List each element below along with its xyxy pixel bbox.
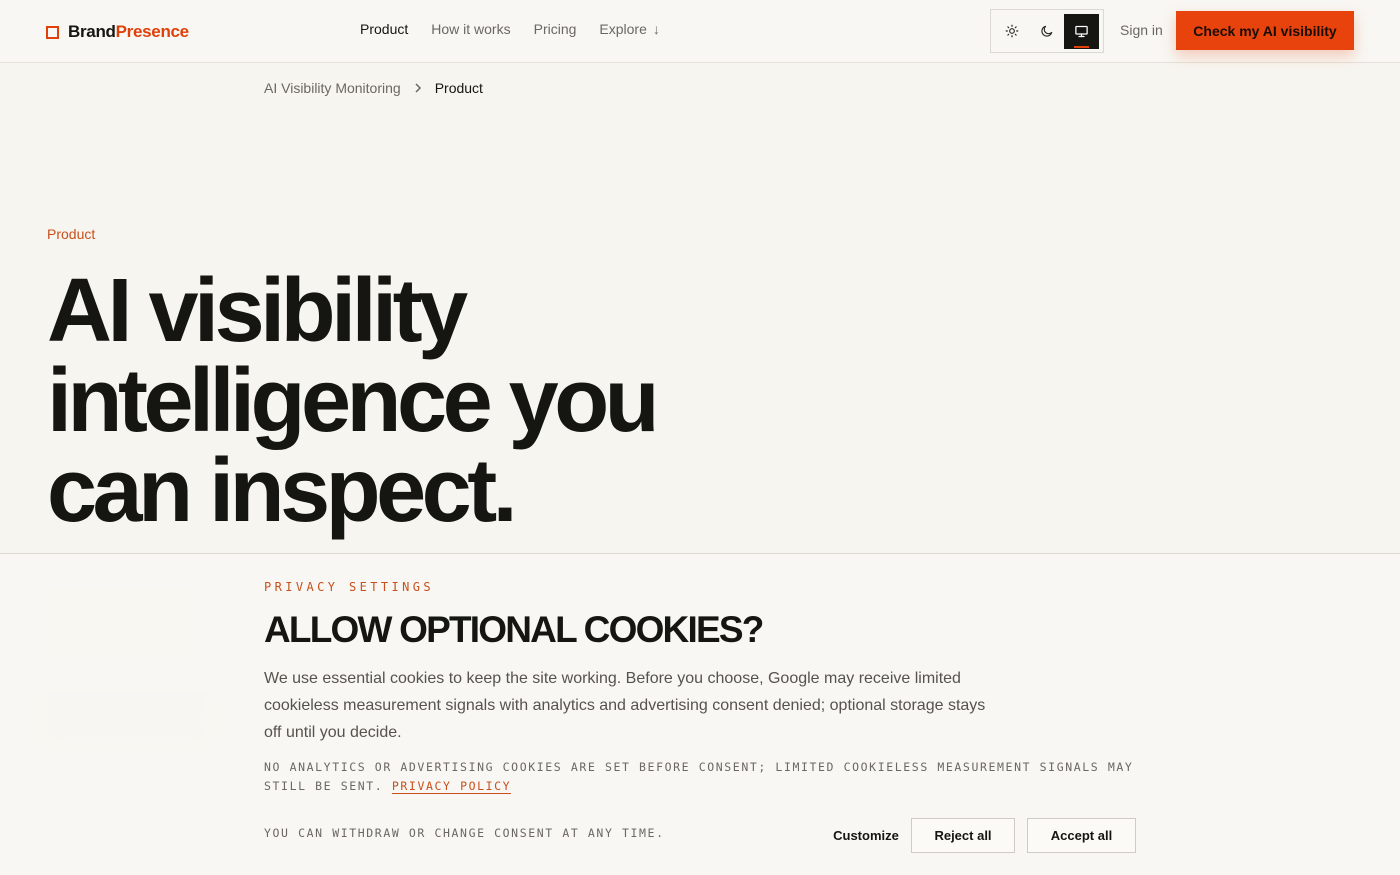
cookie-withdraw-note: YOU CAN WITHDRAW OR CHANGE CONSENT AT AN…: [264, 826, 665, 840]
page-title-line-1: AI visibility: [47, 261, 468, 361]
page-title-line-2: intelligence you: [47, 351, 660, 451]
main-nav: Product How it works Pricing Explore ↓: [360, 21, 660, 37]
nav-item-pricing[interactable]: Pricing: [534, 21, 577, 37]
reject-all-button[interactable]: Reject all: [911, 818, 1015, 853]
hero-eyebrow: Product: [47, 226, 96, 242]
cookie-consent-panel: PRIVACY SETTINGS ALLOW OPTIONAL COOKIES?…: [0, 553, 1400, 875]
nav-item-explore-label: Explore: [599, 21, 647, 37]
brand-name-part1: Brand: [68, 22, 116, 41]
nav-item-product[interactable]: Product: [360, 21, 408, 37]
privacy-policy-link[interactable]: PRIVACY POLICY: [391, 779, 512, 794]
customize-button[interactable]: Customize: [822, 818, 910, 853]
chevron-right-icon: [413, 82, 423, 94]
check-ai-visibility-button[interactable]: Check my AI visibility: [1176, 11, 1354, 50]
brand-logo[interactable]: BrandPresence: [46, 20, 189, 44]
sun-icon: [1005, 24, 1019, 38]
page-title-line-3: can inspect.: [47, 441, 518, 541]
brand-name-part2: Presence: [115, 22, 190, 41]
accept-all-button[interactable]: Accept all: [1027, 818, 1136, 853]
theme-dark-button[interactable]: [1030, 14, 1065, 49]
breadcrumb-parent-link[interactable]: AI Visibility Monitoring: [264, 80, 401, 96]
cookie-description: We use essential cookies to keep the sit…: [264, 670, 986, 741]
nav-item-how-it-works[interactable]: How it works: [431, 21, 510, 37]
breadcrumb: AI Visibility Monitoring Product: [264, 80, 483, 96]
cookie-actions: Customize Reject all Accept all: [822, 818, 1136, 853]
cookie-title: ALLOW OPTIONAL COOKIES?: [264, 609, 764, 650]
sign-in-link[interactable]: Sign in: [1120, 22, 1163, 38]
top-navigation-bar: BrandPresence Product How it works Prici…: [0, 0, 1400, 63]
page-title: AI visibility intelligence you can inspe…: [47, 266, 767, 536]
theme-light-button[interactable]: [995, 14, 1030, 49]
nav-item-explore[interactable]: Explore ↓: [599, 21, 659, 37]
arrow-down-icon: ↓: [652, 21, 660, 37]
cookie-note: NO ANALYTICS OR ADVERTISING COOKIES ARE …: [264, 758, 1134, 796]
brand-name: BrandPresence: [68, 22, 189, 42]
moon-icon: [1041, 25, 1053, 37]
monitor-icon: [1075, 25, 1088, 37]
cookie-eyebrow: PRIVACY SETTINGS: [264, 580, 434, 594]
brand-square-icon: [46, 25, 59, 39]
theme-system-button[interactable]: [1064, 13, 1100, 49]
theme-switcher: [990, 9, 1104, 53]
breadcrumb-current: Product: [434, 80, 483, 96]
